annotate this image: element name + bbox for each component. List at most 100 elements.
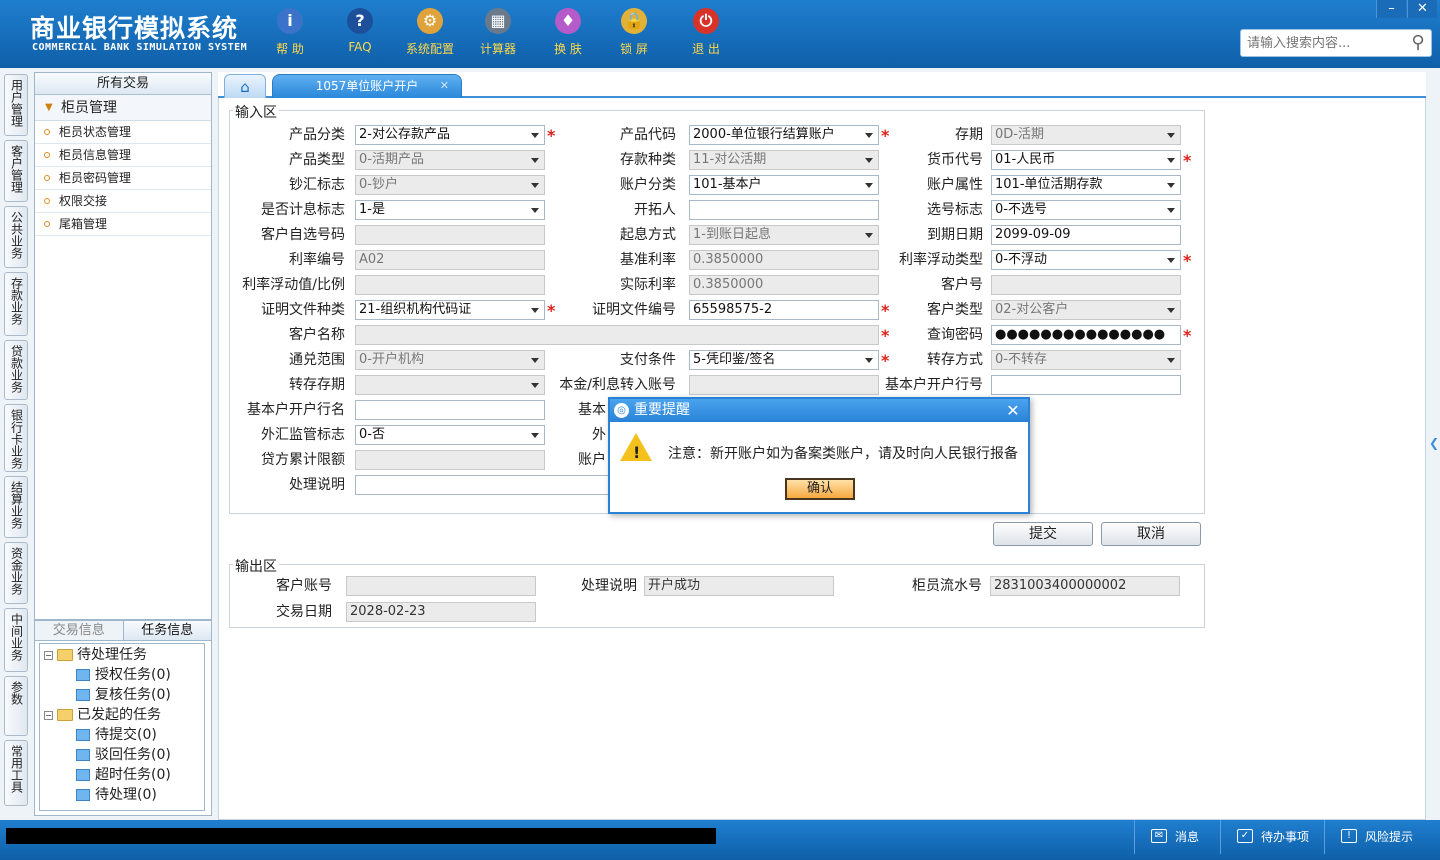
field-input[interactable]: 101-单位活期存款 [991, 175, 1181, 195]
tree-node-3[interactable]: − 已发起的任务 [44, 705, 161, 725]
tree-node-5[interactable]: 驳回任务(0) [76, 745, 171, 765]
sidebar-item[interactable]: 柜员信息管理 [35, 144, 211, 167]
field-label: 基本户开户行名 [247, 402, 345, 418]
cancel-button[interactable]: 取消 [1101, 522, 1201, 546]
tree-node-label: 授权任务(0) [95, 667, 171, 683]
toolbar-lock-button[interactable]: 🔒 锁 屏 [604, 8, 664, 57]
toolbar-power-button[interactable]: ⏻ 退 出 [676, 8, 736, 57]
vtab-6[interactable]: 结算业务 [4, 476, 28, 538]
toolbar-config-toolbox-button[interactable]: ⚙ 系统配置 [400, 8, 460, 57]
tab-account-open[interactable]: 1057单位账户开户 ✕ [272, 74, 462, 98]
field-label: 产品分类 [289, 127, 345, 143]
field-input[interactable]: ●●●●●●●●●●●●●●● [991, 325, 1181, 345]
field-input[interactable]: 02-对公客户 [991, 300, 1181, 320]
lock-icon: 🔒 [621, 8, 647, 34]
field-input[interactable]: 21-组织机构代码证 [355, 300, 545, 320]
tree-node-7[interactable]: 待处理(0) [76, 785, 157, 805]
status-todo-check-button[interactable]: ✓ 待办事项 [1220, 820, 1324, 854]
field-input[interactable] [991, 375, 1181, 395]
field-label: 证明文件种类 [261, 302, 345, 318]
expand-toggle-icon[interactable]: − [44, 650, 53, 660]
field-input[interactable] [355, 375, 545, 395]
toolbar-label: 换 肤 [554, 42, 582, 56]
field-label: 处理说明 [289, 477, 345, 493]
dialog-ok-button[interactable]: 确认 [785, 478, 855, 500]
vtab-2[interactable]: 公共业务 [4, 206, 28, 268]
sidebar-item[interactable]: 柜员密码管理 [35, 167, 211, 190]
tree-node-2[interactable]: 复核任务(0) [76, 685, 171, 705]
submit-button[interactable]: 提交 [993, 522, 1093, 546]
tab-task-info[interactable]: 任务信息 [122, 621, 211, 640]
sidebar-item[interactable]: 尾箱管理 [35, 213, 211, 236]
tree-node-1[interactable]: 授权任务(0) [76, 665, 171, 685]
vtab-10[interactable]: 常用工具 [4, 740, 28, 806]
field-input[interactable]: 0-不转存 [991, 350, 1181, 370]
toolbar-calculator-button[interactable]: ▦ 计算器 [468, 8, 528, 57]
tab-transaction-info[interactable]: 交易信息 [35, 621, 123, 640]
field-input[interactable]: 0D-活期 [991, 125, 1181, 145]
field-label: 基准利率 [620, 252, 676, 268]
sidebar-item-label: 尾箱管理 [59, 217, 108, 231]
field-input[interactable]: 2099-09-09 [991, 225, 1181, 245]
field-input[interactable]: 0-开户机构 [355, 350, 545, 370]
status-message-button[interactable]: ✉ 消息 [1134, 820, 1220, 854]
vtab-4[interactable]: 贷款业务 [4, 340, 28, 400]
toolbar-faq-button[interactable]: ? FAQ [330, 8, 390, 54]
vtab-3[interactable]: 存款业务 [4, 272, 28, 336]
field-input[interactable]: A02 [355, 250, 545, 270]
tree-node-label: 超时任务(0) [95, 767, 171, 783]
vtab-8[interactable]: 中间业务 [4, 608, 28, 672]
output-label: 客户账号 [276, 578, 332, 594]
toolbar-label: FAQ [348, 40, 372, 54]
tree-node-4[interactable]: 待提交(0) [76, 725, 157, 745]
expand-toggle-icon[interactable]: − [44, 710, 53, 720]
folder-icon [57, 709, 73, 721]
required-asterisk-icon: * [1183, 151, 1192, 170]
minimize-button[interactable]: – [1376, 0, 1406, 18]
field-input[interactable] [355, 225, 545, 245]
toolbar-skin-shirt-button[interactable]: ♦ 换 肤 [538, 8, 598, 57]
collapse-handle-icon[interactable]: ❮ [1428, 420, 1440, 466]
sidebar-item[interactable]: 权限交接 [35, 190, 211, 213]
bullet-icon [44, 221, 50, 227]
field-label: 转存存期 [289, 377, 345, 393]
field-label: 基本户开户行号 [885, 377, 983, 393]
field-input[interactable]: 0-活期产品 [355, 150, 545, 170]
field-input[interactable] [355, 275, 545, 295]
risk-chat-icon: ! [1341, 829, 1357, 843]
vtab-0[interactable]: 用户管理 [4, 74, 28, 136]
all-transactions-header[interactable]: 所有交易 [35, 73, 211, 95]
close-tab-icon[interactable]: ✕ [440, 75, 449, 97]
vtab-1[interactable]: 客户管理 [4, 140, 28, 202]
status-risk-chat-button[interactable]: ! 风险提示 [1324, 820, 1440, 854]
field-input[interactable] [991, 275, 1181, 295]
field-input[interactable]: 01-人民币 [991, 150, 1181, 170]
close-window-button[interactable]: ✕ [1407, 0, 1437, 18]
tree-node-label: 待提交(0) [95, 727, 157, 743]
tree-node-label: 已发起的任务 [77, 707, 161, 723]
vtab-7[interactable]: 资金业务 [4, 542, 28, 604]
vtab-5[interactable]: 银行卡业务 [4, 404, 28, 472]
search-icon[interactable]: ⚲ [1406, 31, 1430, 55]
toolbar-info-button[interactable]: i 帮 助 [260, 8, 320, 57]
search-input[interactable] [1240, 29, 1432, 57]
field-input[interactable]: 2-对公存款产品 [355, 125, 545, 145]
dialog-close-button[interactable]: ✕ [1004, 399, 1022, 422]
task-icon [76, 789, 90, 801]
field-input[interactable]: 1-是 [355, 200, 545, 220]
sidebar-item[interactable]: 柜员状态管理 [35, 121, 211, 144]
home-tab[interactable]: ⌂ [224, 74, 266, 98]
field-label: 存款种类 [620, 152, 676, 168]
field-input[interactable] [355, 325, 879, 345]
field-input[interactable]: 0-不选号 [991, 200, 1181, 220]
tree-node-label: 驳回任务(0) [95, 747, 171, 763]
field-input[interactable]: 0-不浮动 [991, 250, 1181, 270]
tree-node-0[interactable]: − 待处理任务 [44, 645, 147, 665]
field-label: 本金/利息转入账号 [559, 377, 676, 393]
field-input[interactable]: 0-钞户 [355, 175, 545, 195]
tree-node-6[interactable]: 超时任务(0) [76, 765, 171, 785]
teller-management-group[interactable]: ▼ 柜员管理 [35, 95, 211, 121]
output-section-title: 输出区 [233, 556, 279, 576]
field-label: 选号标志 [927, 202, 983, 218]
vtab-9[interactable]: 参数 [4, 676, 28, 736]
